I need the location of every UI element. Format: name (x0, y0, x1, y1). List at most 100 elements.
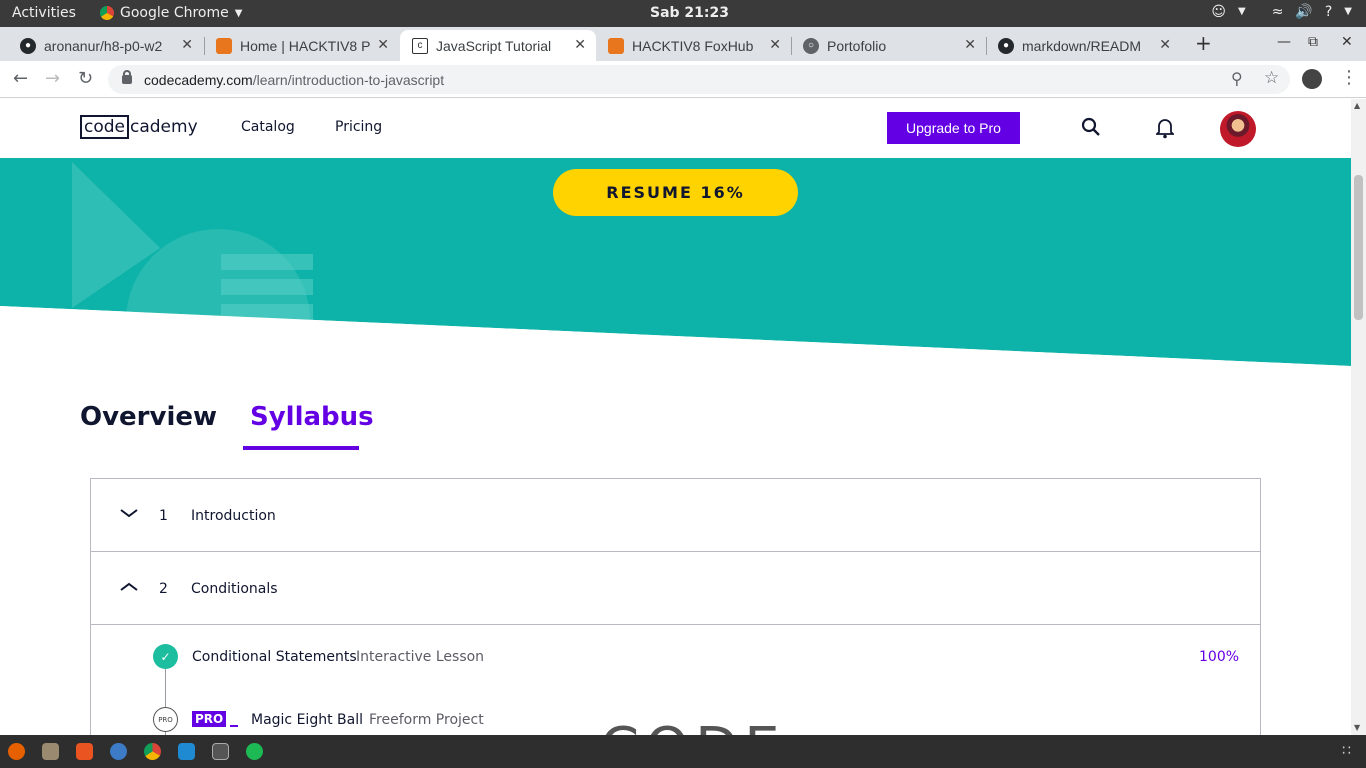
syllabus-module[interactable]: 1 Introduction (91, 479, 1260, 552)
new-tab-button[interactable]: + (1195, 31, 1212, 55)
spotify-icon[interactable] (246, 743, 263, 760)
browser-tab-active[interactable]: c JavaScript Tutorial ✕ (400, 30, 596, 61)
browser-tab[interactable]: Home | HACKTIV8 P ✕ (204, 30, 399, 61)
hacktiv8-fox-icon (608, 37, 624, 54)
lesson-title[interactable]: Conditional Statements (192, 649, 357, 665)
chevron-down-icon[interactable] (119, 504, 139, 523)
accessibility-icon[interactable]: ☺ (1211, 4, 1226, 20)
system-tray[interactable]: ☺ ▼ ≈ 🔊 ? ▼ (1211, 4, 1352, 20)
files-icon[interactable] (42, 743, 59, 760)
software-center-icon[interactable] (76, 743, 93, 760)
module-number: 2 (159, 581, 168, 597)
search-icon[interactable] (1081, 117, 1101, 139)
profile-avatar-icon[interactable] (1302, 69, 1322, 89)
browser-tab-strip: ● aronanur/h8-p0-w2 ✕ Home | HACKTIV8 P … (0, 27, 1366, 61)
kebab-menu-icon[interactable]: ⋮ (1340, 67, 1358, 88)
chevron-up-icon[interactable] (119, 577, 139, 596)
browser-tab[interactable]: ● aronanur/h8-p0-w2 ✕ (8, 30, 203, 61)
site-header: code cademy Catalog Pricing Upgrade to Pr… (0, 99, 1351, 158)
logo-box-text: code (80, 115, 129, 139)
globe-icon: ○ (803, 37, 819, 54)
browser-toolbar: ← → ↻ codecademy.com/learn/introduction-… (0, 61, 1366, 98)
lesson-item[interactable]: ✓ Conditional Statements Interactive Les… (91, 644, 1260, 674)
browser-tab[interactable]: ● markdown/READM ✕ (986, 30, 1181, 61)
codecademy-logo[interactable]: code cademy (80, 115, 198, 139)
upgrade-to-pro-button[interactable]: Upgrade to Pro (887, 112, 1020, 144)
chrome-icon (100, 6, 114, 20)
active-tab-indicator (243, 446, 359, 450)
forward-arrow-icon[interactable]: → (45, 68, 60, 89)
scroll-up-arrow-icon[interactable]: ▲ (1354, 101, 1360, 110)
close-icon[interactable]: ✕ (574, 36, 586, 53)
volume-icon[interactable]: 🔊 (1295, 4, 1312, 20)
notification-bell-icon[interactable] (1154, 117, 1176, 139)
url-host: codecademy.com (144, 71, 253, 88)
caret-down-icon: ▼ (234, 7, 243, 19)
pro-badge: PRO (192, 711, 227, 727)
help-app-icon[interactable] (110, 743, 127, 760)
github-icon: ● (20, 37, 36, 54)
lock-icon (122, 70, 132, 84)
system-dock: ∷ (0, 735, 1366, 768)
bookmark-star-icon[interactable]: ☆ (1264, 68, 1279, 88)
zoom-icon[interactable]: ⚲ (1231, 69, 1243, 88)
caret-down-icon: ▼ (1237, 6, 1246, 17)
close-icon[interactable]: ✕ (377, 36, 389, 53)
scrollbar-thumb[interactable] (1354, 175, 1363, 320)
syllabus-module-expanded[interactable]: 2 Conditionals (91, 552, 1260, 625)
browser-tab-title: HACKTIV8 FoxHub (632, 37, 754, 54)
back-arrow-icon[interactable]: ← (13, 68, 28, 89)
app-menu-label: Google Chrome (120, 5, 229, 21)
resume-course-button[interactable]: RESUME 16% (553, 169, 798, 216)
reload-icon[interactable]: ↻ (78, 68, 93, 89)
browser-tab[interactable]: HACKTIV8 FoxHub ✕ (596, 30, 791, 61)
codecademy-icon: c (412, 37, 428, 54)
vscode-icon[interactable] (178, 743, 195, 760)
pro-badge-underline (230, 725, 238, 727)
close-icon[interactable]: ✕ (964, 36, 976, 53)
tab-overview[interactable]: Overview (80, 402, 217, 432)
lesson-progress: 100% (1199, 649, 1240, 665)
nav-pricing[interactable]: Pricing (335, 119, 382, 135)
system-clock[interactable]: Sab 21:23 (650, 5, 729, 21)
browser-tab-title: Portofolio (827, 37, 887, 54)
browser-tab-title: markdown/READM (1022, 37, 1142, 54)
lesson-type: Freeform Project (369, 712, 484, 728)
address-bar[interactable]: codecademy.com/learn/introduction-to-jav… (108, 65, 1290, 94)
lesson-type: Interactive Lesson (356, 649, 485, 665)
browser-tab[interactable]: ○ Portofolio ✕ (791, 30, 986, 61)
scroll-down-arrow-icon[interactable]: ▼ (1354, 723, 1360, 732)
logo-text: cademy (130, 117, 198, 137)
caret-down-icon: ▼ (1344, 6, 1352, 17)
module-title: Conditionals (191, 581, 278, 597)
browser-tab-title: Home | HACKTIV8 P (240, 37, 371, 54)
close-icon[interactable]: ✕ (181, 36, 193, 53)
window-close-icon[interactable]: ✕ (1341, 34, 1353, 50)
close-icon[interactable]: ✕ (1159, 36, 1171, 53)
code-watermark: CODE (600, 724, 786, 735)
checkmark-icon: ✓ (153, 644, 178, 669)
nav-catalog[interactable]: Catalog (241, 119, 295, 135)
minimize-icon[interactable]: — (1277, 34, 1291, 50)
pro-lock-icon: PRO (153, 707, 178, 732)
browser-tab-title: JavaScript Tutorial (436, 37, 552, 54)
firefox-icon[interactable] (8, 743, 25, 760)
show-applications-icon[interactable]: ∷ (1342, 743, 1351, 759)
close-icon[interactable]: ✕ (769, 36, 781, 53)
app-menu[interactable]: Google Chrome ▼ (100, 5, 242, 21)
github-icon: ● (998, 37, 1014, 54)
help-icon[interactable]: ? (1325, 4, 1332, 20)
syllabus-panel: 1 Introduction 2 Conditionals ✓ Conditio… (90, 478, 1261, 741)
system-top-bar: Activities Google Chrome ▼ Sab 21:23 ☺ ▼… (0, 0, 1366, 27)
url-path: /learn/introduction-to-javascript (252, 71, 445, 88)
wifi-icon[interactable]: ≈ (1272, 4, 1284, 20)
tab-syllabus[interactable]: Syllabus (250, 402, 374, 432)
chrome-dock-icon[interactable] (144, 743, 161, 760)
lesson-title[interactable]: Magic Eight Ball (251, 712, 363, 728)
module-title: Introduction (191, 508, 276, 524)
restore-icon[interactable]: ⧉ (1308, 34, 1318, 50)
activities-button[interactable]: Activities (12, 5, 76, 21)
terminal-icon[interactable] (212, 743, 229, 760)
browser-tab-title: aronanur/h8-p0-w2 (44, 37, 163, 54)
user-avatar[interactable] (1220, 111, 1256, 147)
